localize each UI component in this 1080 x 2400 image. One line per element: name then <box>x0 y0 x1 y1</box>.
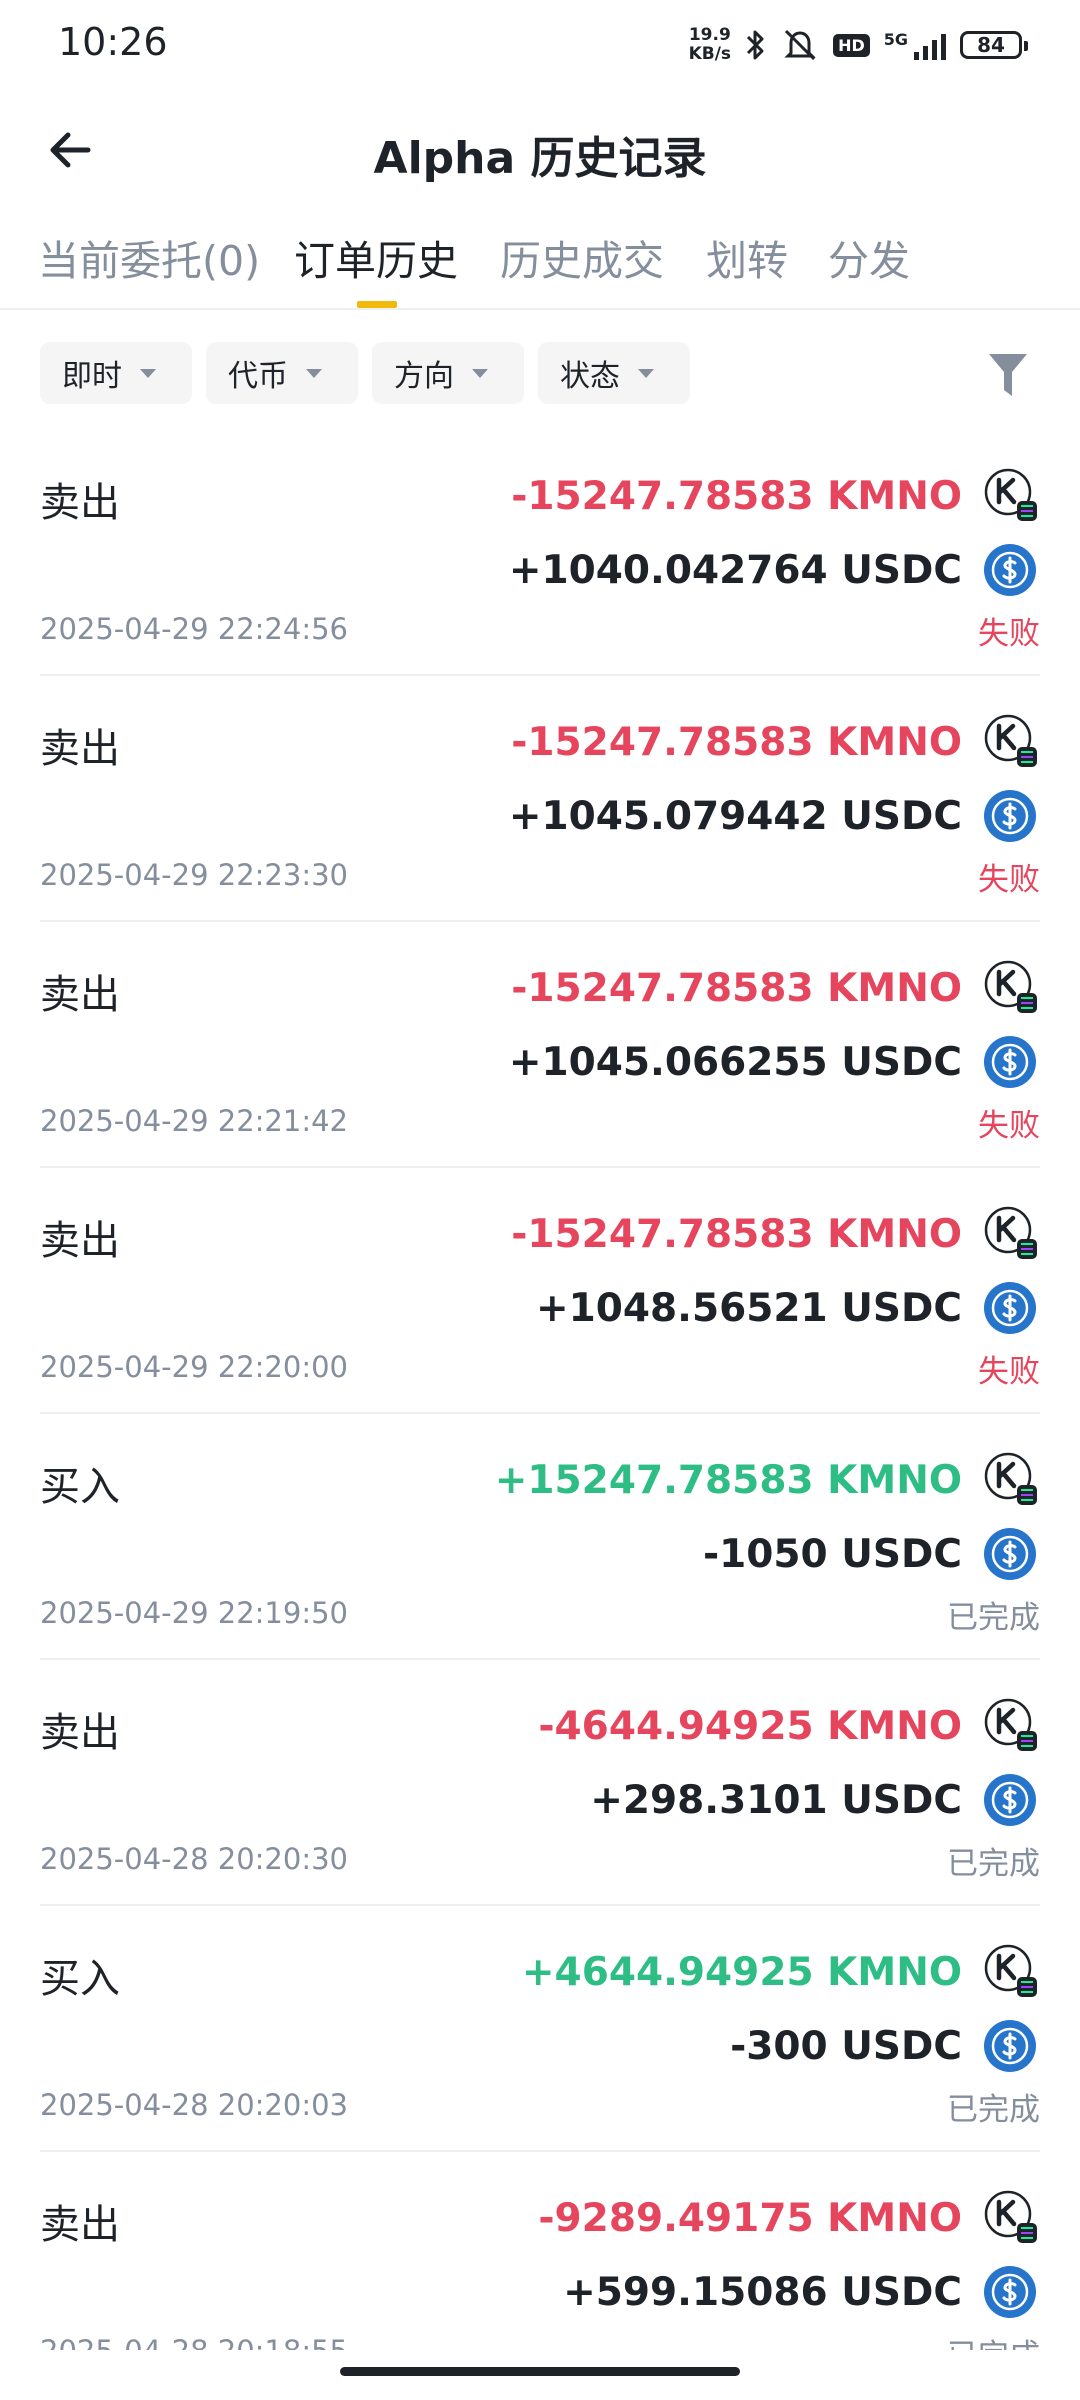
order-side: 卖出 <box>40 726 120 772</box>
order-row[interactable]: 卖出 -15247.78583 KMNO +1040.042764 USDC 2… <box>40 430 1040 676</box>
tab-distribution[interactable]: 分发 <box>828 227 910 287</box>
status-bar: 10:26 19.9 KB/s HD 5G 84 <box>0 0 1080 90</box>
order-time: 2025-04-29 22:23:30 <box>40 858 348 892</box>
filter-direction-label: 方向 <box>394 359 454 394</box>
net-speed-value: 19.9 <box>688 25 731 45</box>
net-speed: 19.9 KB/s <box>689 26 731 64</box>
signal-icon: 5G <box>884 30 946 60</box>
order-status: 失败 <box>978 862 1040 898</box>
filter-bar: 即时 代币 方向 状态 <box>40 342 690 404</box>
order-usdc-amount: +1045.066255 USDC <box>508 1040 962 1085</box>
order-token-amount: -15247.78583 KMNO <box>511 966 962 1011</box>
header: Alpha 历史记录 <box>0 100 1080 200</box>
order-usdc-amount: -1050 USDC <box>702 1532 962 1577</box>
page-title: Alpha 历史记录 <box>373 133 707 184</box>
usdc-icon <box>984 544 1036 596</box>
order-status: 已完成 <box>947 2092 1040 2128</box>
kmno-token-icon <box>984 468 1037 521</box>
order-list: 卖出 -15247.78583 KMNO +1040.042764 USDC 2… <box>40 430 1040 2398</box>
order-side: 买入 <box>40 1956 120 2002</box>
order-row[interactable]: 买入 +4644.94925 KMNO -300 USDC 2025-04-28… <box>40 1906 1040 2152</box>
order-side: 买入 <box>40 1464 120 1510</box>
order-side: 卖出 <box>40 480 120 526</box>
caret-down-icon <box>472 368 488 378</box>
order-status: 已完成 <box>947 1600 1040 1636</box>
order-row[interactable]: 卖出 -15247.78583 KMNO +1045.066255 USDC 2… <box>40 922 1040 1168</box>
kmno-token-icon <box>984 1944 1037 1997</box>
filter-direction[interactable]: 方向 <box>372 342 524 404</box>
tab-order-history[interactable]: 订单历史 <box>294 227 458 287</box>
filter-status-label: 状态 <box>560 359 620 394</box>
order-status: 失败 <box>978 616 1040 652</box>
order-usdc-amount: +599.15086 USDC <box>563 2270 962 2315</box>
filter-status[interactable]: 状态 <box>538 342 690 404</box>
tab-open-orders[interactable]: 当前委托(0) <box>38 227 260 287</box>
bell-muted-icon <box>784 29 816 61</box>
filter-type-label: 即时 <box>62 359 122 394</box>
order-row[interactable]: 卖出 -15247.78583 KMNO +1048.56521 USDC 20… <box>40 1168 1040 1414</box>
kmno-token-icon <box>984 1452 1037 1505</box>
order-side: 卖出 <box>40 2202 120 2248</box>
order-time: 2025-04-29 22:20:00 <box>40 1350 348 1384</box>
usdc-icon <box>984 1282 1036 1334</box>
order-token-amount: -15247.78583 KMNO <box>511 720 962 765</box>
filter-type[interactable]: 即时 <box>40 342 192 404</box>
filter-token-label: 代币 <box>228 359 288 394</box>
tab-indicator <box>357 301 397 308</box>
order-row[interactable]: 卖出 -4644.94925 KMNO +298.3101 USDC 2025-… <box>40 1660 1040 1906</box>
order-token-amount: -4644.94925 KMNO <box>538 1704 962 1749</box>
network-type: 5G <box>883 30 908 49</box>
order-side: 卖出 <box>40 1218 120 1264</box>
caret-down-icon <box>140 368 156 378</box>
filter-token[interactable]: 代币 <box>206 342 358 404</box>
order-usdc-amount: +1040.042764 USDC <box>508 548 962 593</box>
order-row[interactable]: 买入 +15247.78583 KMNO -1050 USDC 2025-04-… <box>40 1414 1040 1660</box>
order-usdc-amount: +1045.079442 USDC <box>508 794 962 839</box>
order-token-amount: +4644.94925 KMNO <box>521 1950 962 1995</box>
order-token-amount: -15247.78583 KMNO <box>511 474 962 519</box>
tab-trade-history[interactable]: 历史成交 <box>500 227 664 287</box>
usdc-icon <box>984 2020 1036 2072</box>
order-time: 2025-04-29 22:19:50 <box>40 1596 348 1630</box>
caret-down-icon <box>638 368 654 378</box>
order-time: 2025-04-28 20:20:03 <box>40 2088 348 2122</box>
order-usdc-amount: -300 USDC <box>730 2024 962 2069</box>
funnel-filter-icon[interactable] <box>986 350 1030 400</box>
order-status: 失败 <box>978 1108 1040 1144</box>
order-side: 卖出 <box>40 972 120 1018</box>
order-token-amount: -15247.78583 KMNO <box>511 1212 962 1257</box>
usdc-icon <box>984 2266 1036 2318</box>
kmno-token-icon <box>984 2190 1037 2243</box>
hd-badge: HD <box>833 33 870 57</box>
order-token-amount: +15247.78583 KMNO <box>494 1458 962 1503</box>
kmno-token-icon <box>984 1698 1037 1751</box>
tab-transfer[interactable]: 划转 <box>706 227 788 287</box>
usdc-icon <box>984 790 1036 842</box>
kmno-token-icon <box>984 1206 1037 1259</box>
order-time: 2025-04-28 20:20:30 <box>40 1842 348 1876</box>
order-side: 卖出 <box>40 1710 120 1756</box>
bluetooth-icon <box>747 30 764 60</box>
order-usdc-amount: +1048.56521 USDC <box>535 1286 962 1331</box>
home-indicator[interactable] <box>340 2367 740 2376</box>
battery-level: 84 <box>977 33 1005 57</box>
order-time: 2025-04-29 22:24:56 <box>40 612 348 646</box>
status-icons: 19.9 KB/s HD 5G 84 <box>689 22 1028 68</box>
order-usdc-amount: +298.3101 USDC <box>590 1778 962 1823</box>
kmno-token-icon <box>984 960 1037 1013</box>
kmno-token-icon <box>984 714 1037 767</box>
usdc-icon <box>984 1036 1036 1088</box>
net-speed-unit: KB/s <box>688 44 732 64</box>
order-status: 已完成 <box>947 1846 1040 1882</box>
caret-down-icon <box>306 368 322 378</box>
order-row[interactable]: 卖出 -15247.78583 KMNO +1045.079442 USDC 2… <box>40 676 1040 922</box>
status-time: 10:26 <box>58 20 168 64</box>
order-status: 失败 <box>978 1354 1040 1390</box>
battery-icon: 84 <box>960 31 1028 59</box>
order-token-amount: -9289.49175 KMNO <box>538 2196 962 2241</box>
usdc-icon <box>984 1774 1036 1826</box>
tab-bar: 当前委托(0) 订单历史 历史成交 划转 分发 <box>0 205 1080 310</box>
usdc-icon <box>984 1528 1036 1580</box>
order-time: 2025-04-29 22:21:42 <box>40 1104 348 1138</box>
